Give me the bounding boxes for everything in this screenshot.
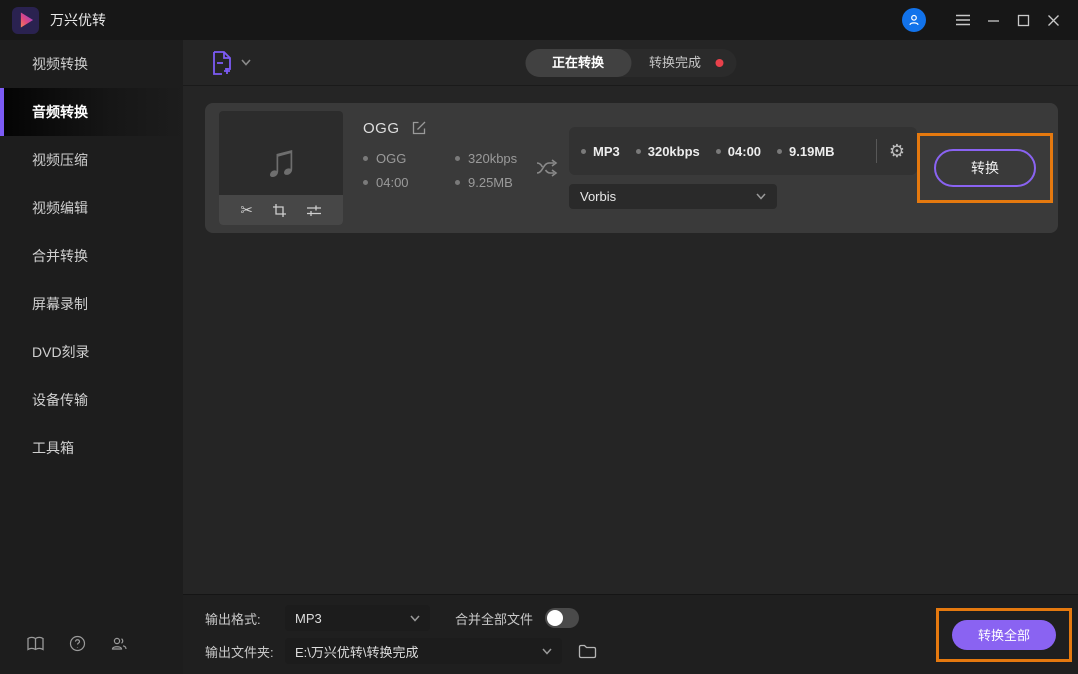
account-avatar[interactable] (902, 8, 926, 32)
convert-button[interactable]: 转换 (934, 149, 1036, 187)
media-thumbnail: ♫ ✂ (219, 111, 343, 225)
music-note-icon: ♫ (264, 133, 299, 187)
merge-all-label: 合并全部文件 (455, 609, 533, 628)
output-format-value: MP3 (295, 611, 322, 626)
encoder-value: Vorbis (580, 189, 616, 204)
output-format-row: 输出格式: MP3 合并全部文件 (205, 605, 597, 631)
divider (876, 139, 877, 163)
toggle-knob (547, 610, 563, 626)
app-logo-icon (12, 7, 39, 34)
output-folder-value: E:\万兴优转\转换完成 (295, 642, 419, 661)
menu-button[interactable] (948, 6, 978, 34)
folder-icon (578, 644, 597, 659)
encoder-dropdown[interactable]: Vorbis (569, 184, 777, 209)
task-card: ♫ ✂ (205, 103, 1058, 233)
scissors-icon: ✂ (240, 203, 253, 218)
tab-converting[interactable]: 正在转换 (525, 49, 631, 77)
add-file-button[interactable] (211, 50, 251, 76)
user-icon (907, 13, 921, 27)
task-list: ♫ ✂ (183, 86, 1078, 594)
sidebar-item-dvd-burn[interactable]: DVD刻录 (0, 328, 183, 376)
chevron-down-icon[interactable] (241, 59, 251, 66)
sidebar-item-audio-convert[interactable]: 音频转换 (0, 88, 183, 136)
sidebar-footer (0, 635, 183, 674)
sidebar-item-video-compress[interactable]: 视频压缩 (0, 136, 183, 184)
hamburger-icon (955, 14, 971, 26)
tab-bar: 正在转换 转换完成 (525, 49, 736, 77)
rename-icon[interactable] (411, 120, 427, 136)
maximize-button[interactable] (1008, 6, 1038, 34)
highlight-box-convert: 转换 (917, 133, 1053, 203)
guide-button[interactable] (26, 636, 45, 652)
crop-button[interactable] (272, 203, 287, 218)
browse-folder-button[interactable] (578, 644, 597, 659)
output-duration: 04:00 (716, 144, 761, 159)
app-title: 万兴优转 (50, 10, 106, 30)
sidebar-item-merge-convert[interactable]: 合并转换 (0, 232, 183, 280)
app-window: 万兴优转 (0, 0, 1078, 674)
output-size: 9.19MB (777, 144, 835, 159)
bottom-bar: 输出格式: MP3 合并全部文件 输出文件夹: E:\ (183, 594, 1078, 674)
settings-gear-button[interactable]: ⚙ (889, 142, 905, 160)
convert-all-button[interactable]: 转换全部 (952, 620, 1056, 650)
source-size: 9.25MB (455, 175, 533, 190)
source-bitrate: 320kbps (455, 151, 533, 166)
titlebar: 万兴优转 (0, 0, 1078, 40)
output-bitrate: 320kbps (636, 144, 700, 159)
effects-button[interactable] (306, 204, 322, 217)
file-title-row: OGG (363, 113, 533, 143)
source-format: OGG (363, 151, 455, 166)
crop-icon (272, 203, 287, 218)
file-name: OGG (363, 120, 400, 137)
sidebar-item-device-transfer[interactable]: 设备传输 (0, 376, 183, 424)
main-panel: 正在转换 转换完成 ♫ ✂ (183, 40, 1078, 674)
output-folder-label: 输出文件夹: (205, 642, 285, 661)
completed-badge-dot (715, 59, 723, 67)
titlebar-controls (902, 6, 1068, 34)
file-info: OGG OGG 320kbps 04:00 9.25MB (363, 103, 533, 190)
maximize-icon (1017, 14, 1030, 27)
sidebar: 视频转换 音频转换 视频压缩 视频编辑 合并转换 屏幕录制 DVD刻录 设备传输… (0, 40, 183, 674)
people-icon (110, 636, 128, 652)
sidebar-item-screen-record[interactable]: 屏幕录制 (0, 280, 183, 328)
sidebar-item-toolbox[interactable]: 工具箱 (0, 424, 183, 472)
output-folder-dropdown[interactable]: E:\万兴优转\转换完成 (285, 638, 562, 664)
output-summary: MP3 320kbps 04:00 9.19MB ⚙ (569, 127, 917, 175)
help-button[interactable] (69, 635, 86, 652)
book-icon (26, 636, 45, 652)
chevron-down-icon (410, 615, 420, 622)
output-format-dropdown[interactable]: MP3 (285, 605, 430, 631)
merge-all-toggle[interactable] (545, 608, 579, 628)
support-button[interactable] (110, 636, 128, 652)
close-icon (1047, 14, 1060, 27)
help-icon (69, 635, 86, 652)
output-format-label: 输出格式: (205, 609, 285, 628)
convert-direction-icon (535, 157, 559, 179)
close-button[interactable] (1038, 6, 1068, 34)
output-format: MP3 (581, 144, 620, 159)
output-folder-row: 输出文件夹: E:\万兴优转\转换完成 (205, 638, 597, 664)
output-settings: MP3 320kbps 04:00 9.19MB ⚙ Vorbis (569, 127, 917, 209)
toolbar: 正在转换 转换完成 (183, 40, 1078, 86)
highlight-box-convert-all: 转换全部 (936, 608, 1072, 662)
sidebar-item-video-convert[interactable]: 视频转换 (0, 40, 183, 88)
output-options: 输出格式: MP3 合并全部文件 输出文件夹: E:\ (205, 605, 597, 664)
tab-completed[interactable]: 转换完成 (631, 49, 715, 77)
chevron-down-icon (756, 193, 766, 200)
minimize-icon (987, 14, 1000, 27)
source-duration: 04:00 (363, 175, 455, 190)
chevron-down-icon (542, 648, 552, 655)
sidebar-nav: 视频转换 音频转换 视频压缩 视频编辑 合并转换 屏幕录制 DVD刻录 设备传输… (0, 40, 183, 472)
sidebar-item-video-edit[interactable]: 视频编辑 (0, 184, 183, 232)
thumbnail-toolbar: ✂ (219, 195, 343, 225)
add-file-icon (211, 50, 233, 76)
trim-button[interactable]: ✂ (240, 203, 253, 218)
sliders-icon (306, 204, 322, 217)
minimize-button[interactable] (978, 6, 1008, 34)
source-meta: OGG 320kbps 04:00 9.25MB (363, 151, 533, 190)
